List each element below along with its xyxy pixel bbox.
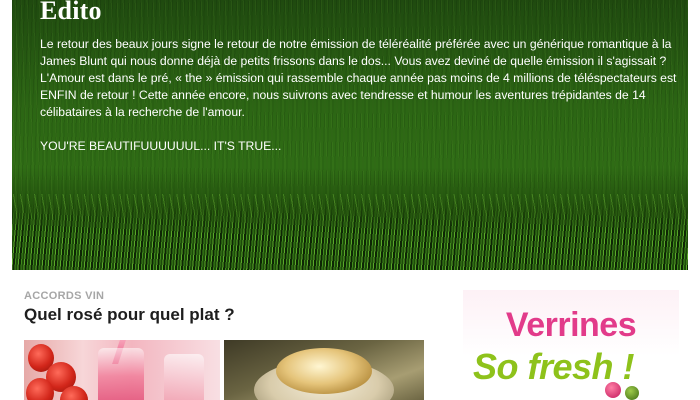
strawberry-shape	[26, 378, 54, 400]
verrines-ad-banner[interactable]: Verrines So fresh !	[463, 290, 679, 400]
wine-glass	[164, 354, 204, 400]
ad-headline: Verrines	[505, 306, 637, 344]
raspberry-icon	[605, 382, 621, 398]
food-shape	[276, 348, 372, 394]
olive-icon	[625, 386, 639, 400]
article-category[interactable]: ACCORDS VIN	[24, 290, 434, 302]
dish-image[interactable]	[224, 340, 424, 400]
grass-foreground	[12, 204, 688, 270]
article-thumbnails	[24, 340, 434, 400]
rose-wine-image[interactable]	[24, 340, 220, 400]
edito-banner: Edito Le retour des beaux jours signe le…	[12, 0, 688, 270]
wine-glass	[98, 348, 144, 400]
edito-title: Edito	[40, 0, 102, 25]
wine-pairing-teaser[interactable]: ACCORDS VIN Quel rosé pour quel plat ?	[24, 290, 434, 400]
edito-paragraph: Le retour des beaux jours signe le retou…	[40, 37, 677, 119]
edito-tagline: YOU'RE BEAUTIFUUUUUUL... IT'S TRUE...	[40, 139, 282, 153]
edito-body: Le retour des beaux jours signe le retou…	[40, 36, 680, 155]
article-title[interactable]: Quel rosé pour quel plat ?	[24, 305, 434, 325]
